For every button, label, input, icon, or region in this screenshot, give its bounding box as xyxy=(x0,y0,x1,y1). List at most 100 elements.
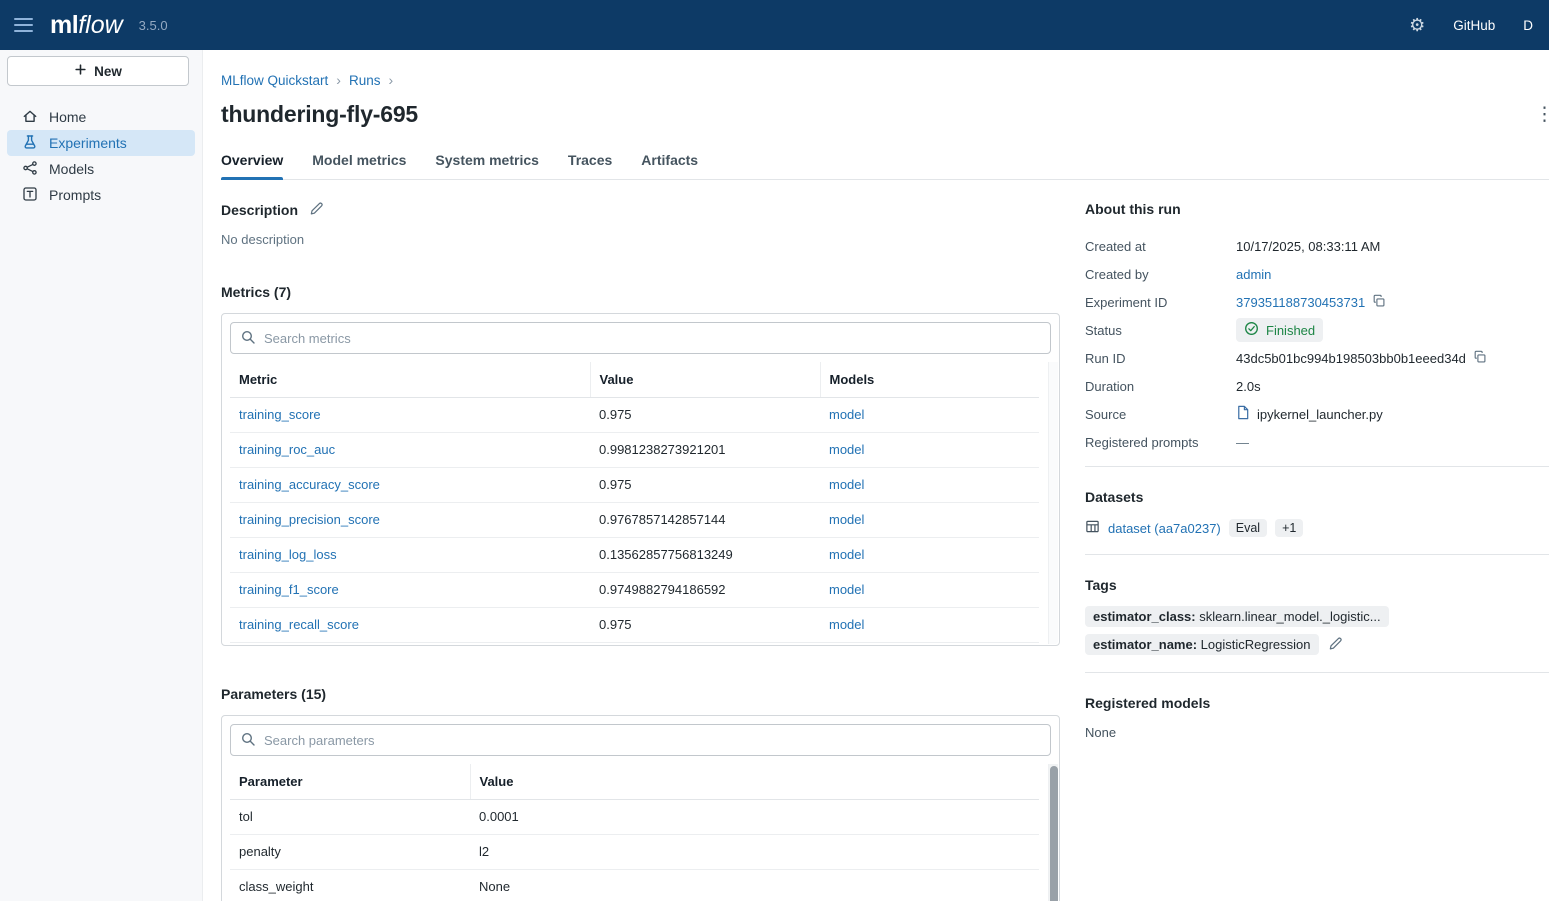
section-divider xyxy=(1085,672,1549,673)
hamburger-menu-icon[interactable] xyxy=(14,18,33,32)
sidebar-item-label: Experiments xyxy=(49,135,127,151)
title-row: thundering-fly-695 ⋮ xyxy=(221,101,1549,128)
metrics-header-row: Metric Value Models xyxy=(230,362,1039,398)
mlflow-logo[interactable]: mlflow xyxy=(50,11,123,40)
sidebar-item-home[interactable]: Home xyxy=(7,104,195,130)
scrollbar-thumb[interactable] xyxy=(1050,766,1058,901)
parameters-heading-label: Parameters (15) xyxy=(221,686,326,702)
metric-link[interactable]: training_recall_score xyxy=(239,617,359,632)
field-label: Created by xyxy=(1085,267,1236,282)
field-label: Registered prompts xyxy=(1085,435,1236,450)
dataset-link[interactable]: dataset (aa7a0237) xyxy=(1108,521,1221,536)
edit-tags-button[interactable] xyxy=(1328,636,1343,654)
sidebar-item-prompts[interactable]: Prompts xyxy=(7,182,195,208)
breadcrumb-item: Runs xyxy=(349,72,401,88)
status-badge: Finished xyxy=(1236,318,1323,342)
breadcrumb-link-quickstart[interactable]: MLflow Quickstart xyxy=(221,73,328,88)
new-button[interactable]: New xyxy=(7,56,189,86)
parameters-search-box xyxy=(230,724,1051,756)
parameter-name: penalty xyxy=(230,835,470,870)
about-row-status: Status Finished xyxy=(1085,316,1549,344)
metric-link[interactable]: training_precision_score xyxy=(239,512,380,527)
table-row: training_roc_auc 0.9981238273921201 mode… xyxy=(230,433,1039,468)
model-link[interactable]: model xyxy=(829,477,864,492)
field-label: Duration xyxy=(1085,379,1236,394)
tab-model-metrics[interactable]: Model metrics xyxy=(312,152,406,179)
metric-link[interactable]: training_f1_score xyxy=(239,582,339,597)
created-at-value: 10/17/2025, 08:33:11 AM xyxy=(1236,239,1549,254)
model-link[interactable]: model xyxy=(829,407,864,422)
sidebar-item-models[interactable]: Models xyxy=(7,156,195,182)
table-row: class_weight None xyxy=(230,870,1039,901)
dataset-context-badge: Eval xyxy=(1229,519,1267,537)
about-row-duration: Duration 2.0s xyxy=(1085,372,1549,400)
model-link[interactable]: model xyxy=(829,547,864,562)
metrics-search-input[interactable] xyxy=(264,331,1040,346)
sidebar-nav: Home Experiments Models Prompts xyxy=(0,104,202,208)
parameters-table: Parameter Value tol 0.0001 penalty xyxy=(230,764,1039,901)
parameter-value: None xyxy=(470,870,1039,901)
section-divider xyxy=(1085,554,1549,555)
home-icon xyxy=(22,108,38,127)
model-link[interactable]: model xyxy=(829,582,864,597)
copy-experiment-id-button[interactable] xyxy=(1372,294,1386,311)
metrics-table: Metric Value Models training_score 0.975… xyxy=(230,362,1039,643)
experiment-id-link[interactable]: 379351188730453731 xyxy=(1236,295,1365,310)
logo-text-flow: flow xyxy=(78,11,122,40)
sidebar-item-label: Prompts xyxy=(49,187,101,203)
metric-link[interactable]: training_log_loss xyxy=(239,547,337,562)
parameter-value: 0.0001 xyxy=(470,800,1039,835)
column-header-metric: Metric xyxy=(230,362,590,398)
top-bar: mlflow 3.5.0 ⚙ GitHub D xyxy=(0,0,1549,50)
version-label: 3.5.0 xyxy=(139,18,168,33)
metric-link[interactable]: training_accuracy_score xyxy=(239,477,380,492)
about-panel: About this run Created at 10/17/2025, 08… xyxy=(1085,201,1549,901)
tab-overview[interactable]: Overview xyxy=(221,152,283,179)
github-link[interactable]: GitHub xyxy=(1453,18,1495,33)
about-row-registered-prompts: Registered prompts — xyxy=(1085,428,1549,456)
content-columns: Description No description Metrics (7) xyxy=(221,201,1549,901)
table-row: training_score 0.975 model xyxy=(230,398,1039,433)
about-row-source: Source ipykernel_launcher.py xyxy=(1085,400,1549,428)
metric-link[interactable]: training_score xyxy=(239,407,321,422)
table-row: tol 0.0001 xyxy=(230,800,1039,835)
run-details-column: Description No description Metrics (7) xyxy=(221,201,1060,901)
dataset-more-badge[interactable]: +1 xyxy=(1275,519,1303,537)
parameter-name: class_weight xyxy=(230,870,470,901)
tag-estimator-class: estimator_classsklearn.linear_model._log… xyxy=(1085,606,1389,627)
parameters-scrollbar xyxy=(1048,764,1058,901)
dataset-row: dataset (aa7a0237) Eval +1 xyxy=(1085,519,1549,537)
table-row: training_log_loss 0.13562857756813249 mo… xyxy=(230,538,1039,573)
pencil-icon xyxy=(1328,636,1343,654)
created-by-link[interactable]: admin xyxy=(1236,267,1271,282)
copy-run-id-button[interactable] xyxy=(1473,350,1487,367)
plus-icon xyxy=(74,63,87,79)
kebab-menu-icon[interactable]: ⋮ xyxy=(1535,105,1549,124)
copy-icon xyxy=(1372,294,1386,311)
field-label: Source xyxy=(1085,407,1236,422)
breadcrumb-link-runs[interactable]: Runs xyxy=(349,73,381,88)
dataset-table-icon xyxy=(1085,519,1100,537)
sidebar-item-experiments[interactable]: Experiments xyxy=(7,130,195,156)
breadcrumb-item: MLflow Quickstart xyxy=(221,72,349,88)
description-heading-row: Description xyxy=(221,201,1060,219)
tab-system-metrics[interactable]: System metrics xyxy=(435,152,539,179)
model-link[interactable]: model xyxy=(829,512,864,527)
tab-traces[interactable]: Traces xyxy=(568,152,612,179)
model-link[interactable]: model xyxy=(829,442,864,457)
metric-value: 0.9767857142857144 xyxy=(590,503,820,538)
edit-description-button[interactable] xyxy=(309,201,324,219)
docs-link[interactable]: D xyxy=(1523,18,1533,33)
metric-link[interactable]: training_roc_auc xyxy=(239,442,335,457)
about-heading: About this run xyxy=(1085,201,1549,217)
metrics-heading: Metrics (7) xyxy=(221,284,1060,300)
parameters-header-row: Parameter Value xyxy=(230,764,1039,800)
parameters-search-input[interactable] xyxy=(264,733,1040,748)
tab-artifacts[interactable]: Artifacts xyxy=(641,152,698,179)
table-row: training_accuracy_score 0.975 model xyxy=(230,468,1039,503)
tag-row: estimator_classsklearn.linear_model._log… xyxy=(1085,606,1389,627)
parameter-name: tol xyxy=(230,800,470,835)
model-link[interactable]: model xyxy=(829,617,864,632)
settings-gear-icon[interactable]: ⚙ xyxy=(1409,16,1425,34)
column-header-models: Models xyxy=(820,362,1039,398)
